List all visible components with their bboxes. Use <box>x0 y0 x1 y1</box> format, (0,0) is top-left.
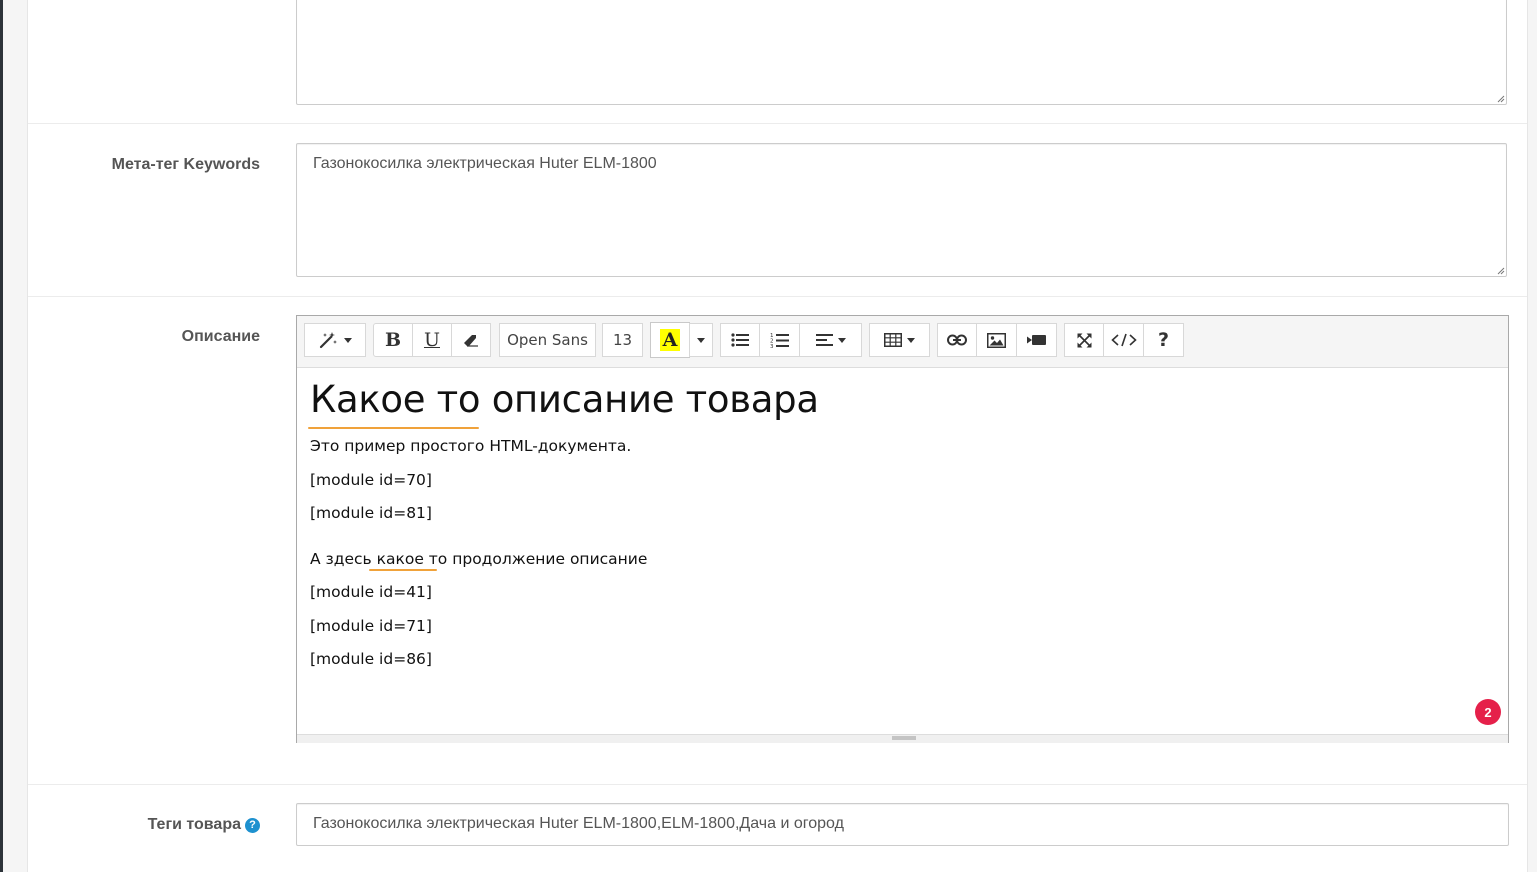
page-gutter-right <box>1527 0 1537 872</box>
chevron-down-icon <box>697 337 705 343</box>
tags-input[interactable]: Газонокосилка электрическая Huter ELM-18… <box>296 803 1509 846</box>
keywords-label: Мета-тег Keywords <box>111 156 260 173</box>
insert-image-button[interactable] <box>976 323 1017 357</box>
bold-button[interactable]: B <box>373 323 413 357</box>
description-label: Описание <box>181 328 260 345</box>
content-paragraph: [module id=81] <box>310 504 432 522</box>
meta-description-textarea[interactable] <box>296 0 1507 105</box>
bullet-list-icon <box>731 333 749 347</box>
chevron-down-icon <box>837 337 846 343</box>
table-button[interactable] <box>869 323 930 357</box>
fullscreen-icon <box>1077 333 1091 347</box>
content-paragraph: [module id=86] <box>310 650 432 668</box>
fullscreen-button[interactable] <box>1064 323 1104 357</box>
notification-badge[interactable]: 2 <box>1475 699 1501 725</box>
bold-icon: B <box>384 329 402 351</box>
editor-resize-bar[interactable] <box>297 734 1508 743</box>
resize-grip-icon[interactable] <box>1496 94 1505 103</box>
chevron-down-icon <box>343 337 352 343</box>
style-dropdown-button[interactable] <box>304 323 366 357</box>
tags-value: Газонокосилка электрическая Huter ELM-18… <box>313 815 844 832</box>
align-left-icon <box>815 334 833 346</box>
page-gutter-left <box>3 0 28 872</box>
editor-toolbar: B U Open Sans 13 A 1 2 3 ? <box>297 316 1508 368</box>
resize-handle-icon[interactable] <box>892 736 916 741</box>
spellcheck-underline <box>308 427 479 429</box>
eraser-icon <box>464 335 478 347</box>
row-divider <box>28 784 1527 785</box>
link-icon <box>947 334 967 346</box>
content-paragraph: Это пример простого HTML-документа. <box>310 437 632 455</box>
code-view-button[interactable] <box>1103 323 1144 357</box>
font-family-button[interactable]: Open Sans <box>499 323 596 357</box>
table-icon <box>884 333 902 347</box>
font-family-value: Open Sans <box>507 331 588 349</box>
underline-button[interactable]: U <box>412 323 452 357</box>
row-divider <box>28 296 1527 297</box>
paragraph-align-button[interactable] <box>799 323 862 357</box>
help-button[interactable]: ? <box>1143 323 1184 357</box>
question-icon: ? <box>1157 329 1170 351</box>
video-icon <box>1027 335 1046 345</box>
help-tooltip-icon[interactable]: ? <box>245 817 260 833</box>
text-color-dropdown[interactable] <box>689 323 713 357</box>
magic-wand-icon <box>319 332 337 349</box>
spellcheck-underline <box>369 569 437 571</box>
rich-text-editor: B U Open Sans 13 A 1 2 3 ? Какое то опис… <box>296 315 1509 743</box>
font-size-value: 13 <box>612 331 633 349</box>
font-size-button[interactable]: 13 <box>602 323 643 357</box>
insert-link-button[interactable] <box>937 323 977 357</box>
clear-format-button[interactable] <box>451 323 491 357</box>
svg-text:3: 3 <box>770 344 774 348</box>
tags-label: Теги товара? <box>28 816 260 834</box>
row-divider <box>28 123 1527 124</box>
numbered-list-icon: 1 2 3 <box>770 333 789 348</box>
numbered-list-button[interactable]: 1 2 3 <box>759 323 800 357</box>
content-heading: Какое то описание товара <box>310 378 819 421</box>
insert-video-button[interactable] <box>1016 323 1057 357</box>
resize-grip-icon[interactable] <box>1496 266 1505 275</box>
keywords-textarea[interactable]: Газонокосилка электрическая Huter ELM-18… <box>296 143 1507 277</box>
text-color-button[interactable]: A <box>650 322 690 358</box>
text-color-icon: A <box>659 329 681 351</box>
content-paragraph: [module id=70] <box>310 471 432 489</box>
keywords-value: Газонокосилка электрическая Huter ELM-18… <box>313 155 657 172</box>
content-paragraph: А здесь какое то продолжение описание <box>310 550 648 568</box>
code-icon <box>1110 333 1137 347</box>
content-paragraph: [module id=41] <box>310 583 432 601</box>
bullet-list-button[interactable] <box>720 323 760 357</box>
tags-label-text: Теги товара <box>147 816 241 833</box>
underline-icon: U <box>423 329 440 351</box>
content-paragraph: [module id=71] <box>310 617 432 635</box>
image-icon <box>987 332 1006 348</box>
editor-content[interactable]: Какое то описание товара Это пример прос… <box>297 368 1508 734</box>
chevron-down-icon <box>907 337 915 343</box>
